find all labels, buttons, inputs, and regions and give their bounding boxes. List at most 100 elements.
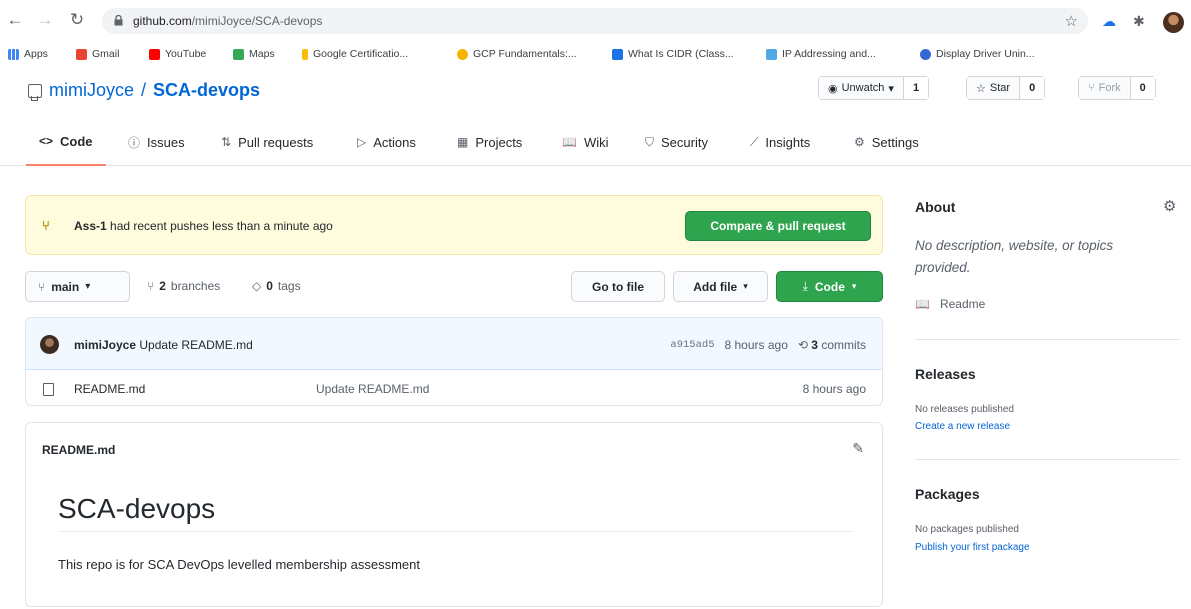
add-file-button[interactable]: Add file ▾ [673,271,768,302]
chevron-down-icon: ▾ [888,82,894,95]
commit-message-link[interactable]: Update README.md [139,338,252,352]
bookmark-youtube[interactable]: YouTube [149,48,206,60]
bookmark-page-icon [766,48,777,60]
publish-package-link[interactable]: Publish your first package [915,542,1030,553]
star-icon: ☆ [976,82,986,95]
fork-button-group: ⑂ Fork 0 [1078,76,1156,100]
tab-wiki[interactable]: 📖 Wiki [562,118,609,166]
tag-icon: ◇ [252,279,262,293]
back-arrow-icon[interactable]: ← [4,9,26,31]
packages-empty-text: No packages published [915,524,1019,535]
repo-title-separator: / [141,80,147,100]
edit-pencil-icon[interactable]: ✎ [852,440,864,457]
tab-projects[interactable]: ▦ Projects [457,118,522,166]
readme-file-name: README.md [42,443,116,457]
commits-link[interactable]: ⟲ 3 commits [798,338,866,352]
sidebar-divider [915,339,1180,340]
bookmark-page-icon [612,48,623,60]
profile-avatar[interactable] [1163,12,1184,33]
graph-icon: ⟋ [750,134,759,149]
bookmark-apps[interactable]: Apps [8,48,48,60]
tab-code[interactable]: <> Code [26,118,106,166]
commit-meta: a915ad5 8 hours ago ⟲ 3 commits [670,338,866,352]
compare-pull-request-button[interactable]: Compare & pull request [685,211,871,241]
file-commit-message-link[interactable]: Update README.md [316,382,429,396]
repo-name-link[interactable]: SCA-devops [153,80,260,101]
tags-link[interactable]: ◇ 0 tags [252,279,301,293]
branch-selector[interactable]: ⑂ main ▾ [25,271,130,302]
gear-icon[interactable]: ⚙ [1163,197,1176,215]
bookmark-maps[interactable]: Maps [233,48,275,60]
readme-box: README.md ✎ SCA-devops This repo is for … [25,422,883,607]
commit-age: 8 hours ago [724,338,788,352]
tab-actions[interactable]: ▷ Actions [357,118,416,166]
download-icon: ⤓ [802,279,808,293]
youtube-icon [149,48,160,60]
branches-link[interactable]: ⑂ 2 branches [147,279,220,293]
bookmark-page-icon [457,48,468,60]
gear-icon: ⚙ [854,135,865,149]
address-bar[interactable]: github.com/mimiJoyce/SCA-devops ☆ [102,8,1088,34]
tab-issues[interactable]: ⓘ Issues [128,118,185,166]
bookmark-what-is-cidr[interactable]: What Is CIDR (Class... [612,48,734,60]
go-to-file-button[interactable]: Go to file [571,271,665,302]
file-list: mimiJoyce Update README.md a915ad5 8 hou… [25,317,883,406]
bookmark-display-driver[interactable]: Display Driver Unin... [920,48,1035,60]
bookmark-ip-addressing[interactable]: IP Addressing and... [766,48,876,60]
latest-commit-message: mimiJoyce Update README.md [74,338,253,352]
lock-icon [114,15,123,26]
reload-icon[interactable]: ↻ [66,9,88,31]
extensions-puzzle-icon[interactable]: ✱ [1133,13,1145,30]
repo-owner-link[interactable]: mimiJoyce [49,80,134,101]
unwatch-button-group: ◉ Unwatch ▾ 1 [818,76,930,100]
bookmark-star-icon[interactable]: ☆ [1065,12,1078,30]
about-heading: About [915,199,956,215]
avatar[interactable] [40,335,59,354]
address-row: ← → ↻ github.com/mimiJoyce/SCA-devops ☆ … [0,6,1191,36]
packages-heading[interactable]: Packages [915,486,980,502]
tab-settings[interactable]: ⚙ Settings [854,118,919,166]
url-text: github.com/mimiJoyce/SCA-devops [133,14,322,28]
readme-heading: SCA-devops [58,493,852,532]
bookmark-gcp-fundamentals[interactable]: GCP Fundamentals:... [457,48,577,60]
create-release-link[interactable]: Create a new release [915,421,1010,432]
file-name-link[interactable]: README.md [74,382,145,396]
tab-security[interactable]: ⛉ Security [645,118,708,166]
stars-count[interactable]: 0 [1020,77,1045,99]
bookmark-page-icon [302,48,308,60]
book-icon: 📖 [915,297,930,311]
play-icon: ▷ [357,135,367,149]
git-pull-request-icon: ⇅ [221,135,232,149]
issue-opened-icon: ⓘ [128,135,141,150]
tab-insights[interactable]: ⟋ Insights [750,118,810,166]
pushed-branch-name[interactable]: Ass-1 [74,219,107,233]
star-button[interactable]: ☆ Star [967,77,1021,99]
forward-arrow-icon[interactable]: → [34,9,56,31]
about-description: No description, website, or topics provi… [915,238,1114,275]
extension-cloud-icon[interactable]: ☁ [1102,13,1116,30]
forks-count[interactable]: 0 [1130,77,1155,99]
recent-push-banner: ⑂ Ass-1 had recent pushes less than a mi… [25,195,883,255]
commit-sha-link[interactable]: a915ad5 [670,339,714,351]
latest-commit-bar: mimiJoyce Update README.md a915ad5 8 hou… [26,318,882,370]
bookmark-google-certification[interactable]: Google Certificatio... [302,48,408,60]
bookmark-page-icon [920,48,931,60]
git-branch-icon: ⑂ [38,279,46,294]
bookmark-gmail[interactable]: Gmail [76,48,119,60]
browser-chrome: ← → ↻ github.com/mimiJoyce/SCA-devops ☆ … [0,0,1191,72]
repo-title: mimiJoyce / SCA-devops [28,80,260,101]
watchers-count[interactable]: 1 [903,77,929,99]
tab-pull-requests[interactable]: ⇅ Pull requests [221,118,313,166]
unwatch-button[interactable]: ◉ Unwatch ▾ [819,77,904,99]
commit-author-link[interactable]: mimiJoyce [74,338,136,352]
repo-icon [28,83,42,101]
file-icon [43,383,54,396]
fork-button[interactable]: ⑂ Fork [1079,77,1131,99]
readme-sidebar-link[interactable]: 📖 Readme [915,297,985,311]
recent-push-message: Ass-1 had recent pushes less than a minu… [74,219,333,233]
releases-heading[interactable]: Releases [915,366,976,382]
code-icon: <> [39,134,54,148]
code-download-button[interactable]: ⤓ Code ▾ [776,271,883,302]
url-path: /mimiJoyce/SCA-devops [191,14,323,28]
url-host: github.com [133,14,192,28]
